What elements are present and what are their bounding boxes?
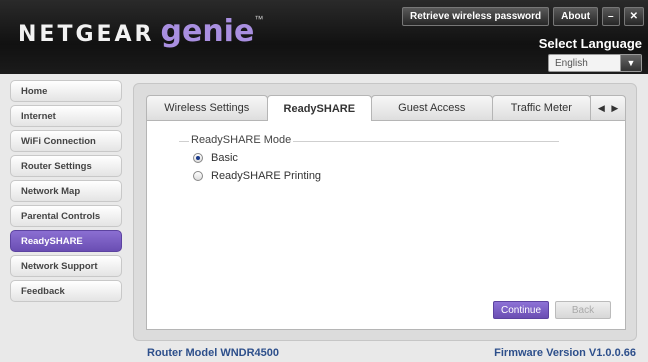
chevron-right-icon[interactable]: ▶ xyxy=(611,103,618,114)
trademark-symbol: ™ xyxy=(254,14,264,24)
sidebar-item-network-map[interactable]: Network Map xyxy=(10,180,122,202)
tab-bar: Wireless Settings ReadySHARE Guest Acces… xyxy=(146,95,627,121)
sidebar-item-wifi-connection[interactable]: WiFi Connection xyxy=(10,130,122,152)
back-button[interactable]: Back xyxy=(555,301,611,319)
minimize-button[interactable]: – xyxy=(602,7,620,26)
option-readyshare-printing[interactable]: ReadySHARE Printing xyxy=(193,170,321,182)
sidebar-item-network-support[interactable]: Network Support xyxy=(10,255,122,277)
retrieve-wireless-password-button[interactable]: Retrieve wireless password xyxy=(401,7,550,26)
tab-guest-access[interactable]: Guest Access xyxy=(371,95,493,120)
readyshare-mode-legend: ReadySHARE Mode xyxy=(189,134,294,146)
firmware-version-label: Firmware Version V1.0.0.66 xyxy=(494,347,636,359)
sidebar-item-home[interactable]: Home xyxy=(10,80,122,102)
netgear-genie-logo: NETGEAR genie™ xyxy=(18,14,263,49)
radio-basic[interactable] xyxy=(193,153,203,163)
sidebar-item-feedback[interactable]: Feedback xyxy=(10,280,122,302)
app-header: NETGEAR genie™ Retrieve wireless password… xyxy=(0,0,648,74)
radio-readyshare-printing[interactable] xyxy=(193,171,203,181)
select-language-label: Select Language xyxy=(538,36,642,51)
language-value: English xyxy=(555,57,588,69)
product-name: genie xyxy=(160,14,255,49)
close-button[interactable]: ✕ xyxy=(623,7,644,26)
sidebar-item-parental-controls[interactable]: Parental Controls xyxy=(10,205,122,227)
sidebar-nav: Home Internet WiFi Connection Router Set… xyxy=(10,80,122,302)
tab-wireless-settings[interactable]: Wireless Settings xyxy=(146,95,268,120)
router-model-label: Router Model WNDR4500 xyxy=(147,347,280,359)
sidebar-item-router-settings[interactable]: Router Settings xyxy=(10,155,122,177)
action-buttons: Continue Back xyxy=(493,301,611,319)
tab-scroll-controls: ◀ ▶ xyxy=(590,95,627,120)
chevron-left-icon[interactable]: ◀ xyxy=(598,103,605,114)
option-readyshare-printing-label: ReadySHARE Printing xyxy=(211,170,322,182)
language-dropdown[interactable]: English ▼ xyxy=(548,54,642,72)
chevron-down-icon[interactable]: ▼ xyxy=(620,55,641,71)
about-button[interactable]: About xyxy=(553,7,599,26)
tab-readyshare[interactable]: ReadySHARE xyxy=(266,95,373,121)
window-controls: Retrieve wireless password About – ✕ xyxy=(401,7,644,26)
sidebar-item-readyshare[interactable]: ReadySHARE xyxy=(10,230,122,252)
option-basic-label: Basic xyxy=(211,152,238,164)
brand-name: NETGEAR xyxy=(18,22,155,47)
option-basic[interactable]: Basic xyxy=(193,152,238,164)
main-panel: Wireless Settings ReadySHARE Guest Acces… xyxy=(133,83,637,341)
readyshare-mode-group: ReadySHARE Mode Basic ReadySHARE Printin… xyxy=(179,134,559,211)
continue-button[interactable]: Continue xyxy=(493,301,549,319)
tab-content: ReadySHARE Mode Basic ReadySHARE Printin… xyxy=(146,120,626,330)
tab-traffic-meter[interactable]: Traffic Meter xyxy=(491,95,592,120)
sidebar-item-internet[interactable]: Internet xyxy=(10,105,122,127)
